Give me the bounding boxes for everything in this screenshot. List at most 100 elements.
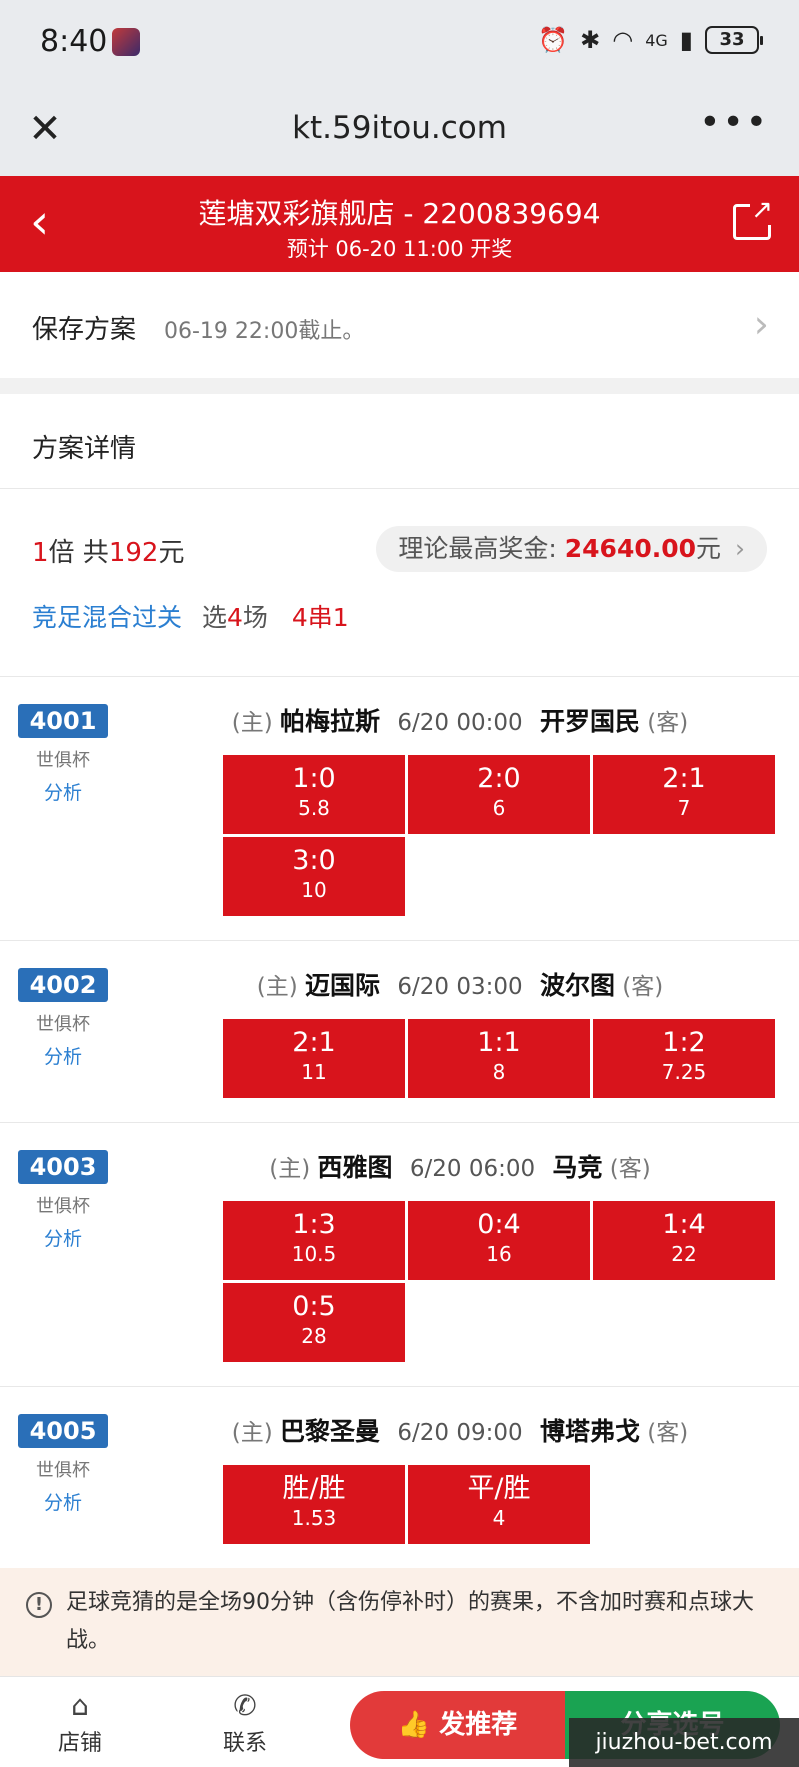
pick-score: 1:4 xyxy=(662,1209,706,1240)
match-teams: (主) 帕梅拉斯 6/20 00:00 开罗国民 (客) xyxy=(130,702,790,738)
away-tag: (客) xyxy=(622,974,664,1000)
home-tag: (主) xyxy=(231,1420,273,1446)
pick-grid: 胜/胜 1.53 平/胜 4 xyxy=(223,1465,776,1544)
pick-score: 1:0 xyxy=(292,763,336,794)
pick-cell: 2:1 11 xyxy=(223,1019,405,1098)
pick-odds: 1.53 xyxy=(291,1506,337,1530)
pick-cell: 3:0 10 xyxy=(223,837,405,916)
pick-cell: 2:0 6 xyxy=(408,755,590,834)
alarm-icon: ⏰ xyxy=(538,26,569,54)
app-avatar-icon xyxy=(112,28,140,56)
pick-cell: 1:2 7.25 xyxy=(593,1019,775,1098)
pick-odds: 22 xyxy=(671,1242,697,1266)
analysis-link[interactable]: 分析 xyxy=(18,778,108,805)
pick-odds: 5.8 xyxy=(298,796,330,820)
match-time: 6/20 09:00 xyxy=(397,1420,523,1446)
wifi-icon: ◠ xyxy=(612,26,634,54)
max-prize-label: 理论最高奖金: xyxy=(398,534,557,563)
pick-score: 0:5 xyxy=(292,1291,336,1322)
pick-cell: 1:3 10.5 xyxy=(223,1201,405,1280)
home-tag: (主) xyxy=(269,1156,311,1182)
analysis-link[interactable]: 分析 xyxy=(18,1042,108,1069)
more-options-icon[interactable]: ••• xyxy=(699,102,769,143)
recommend-button[interactable]: 👍 发推荐 xyxy=(350,1691,565,1759)
chevron-right-icon: › xyxy=(735,534,745,563)
contact-tab-label: 联系 xyxy=(222,1731,267,1756)
match-id-badge: 4003 xyxy=(18,1150,108,1184)
status-bar: 8:40 ⏰ ✱ ◠ 4G ▮ 33 xyxy=(0,0,799,86)
rules-notice: ! 足球竞猜的是全场90分钟（含伤停补时）的赛果，不含加时赛和点球大战。 xyxy=(0,1568,799,1676)
pick-score: 3:0 xyxy=(292,845,336,876)
store-header: ‹ 莲塘双彩旗舰店 - 2200839694 预计 06-20 11:00 开奖 xyxy=(0,176,799,272)
phone-icon: ✆ xyxy=(233,1689,257,1722)
pick-score: 2:1 xyxy=(292,1027,336,1058)
select-label: 选 xyxy=(201,603,227,632)
plan-detail-card: 方案详情 1倍 共192元 理论最高奖金: 24640.00元 › 竞足混合过关… xyxy=(0,394,799,1574)
analysis-link[interactable]: 分析 xyxy=(18,1488,108,1515)
info-icon: ! xyxy=(26,1592,52,1618)
pick-cell: 平/胜 4 xyxy=(408,1465,590,1544)
pick-odds: 28 xyxy=(301,1324,327,1348)
max-prize-pill[interactable]: 理论最高奖金: 24640.00元 › xyxy=(376,526,767,572)
match-id-badge: 4005 xyxy=(18,1414,108,1448)
home-team: 西雅图 xyxy=(317,1153,393,1182)
pick-score: 1:1 xyxy=(477,1027,521,1058)
league-label: 世俱杯 xyxy=(36,1460,90,1481)
analysis-link[interactable]: 分析 xyxy=(18,1224,108,1251)
away-team: 开罗国民 xyxy=(539,707,640,736)
match-id-badge: 4001 xyxy=(18,704,108,738)
pick-cell: 1:1 8 xyxy=(408,1019,590,1098)
plan-summary: 1倍 共192元 xyxy=(32,532,184,569)
draw-time: 预计 06-20 11:00 开奖 xyxy=(286,237,513,261)
bluetooth-icon: ✱ xyxy=(580,26,601,54)
pick-score: 0:4 xyxy=(477,1209,521,1240)
league-label: 世俱杯 xyxy=(36,1196,90,1217)
store-tab-label: 店铺 xyxy=(57,1731,102,1756)
status-icons: ⏰ ✱ ◠ 4G ▮ 33 xyxy=(538,26,763,54)
pick-odds: 4 xyxy=(492,1506,506,1530)
share-icon[interactable] xyxy=(733,195,774,240)
multiplier: 1 xyxy=(32,538,49,568)
pick-score: 平/胜 xyxy=(467,1473,531,1504)
pick-grid: 2:1 11 1:1 8 1:2 7.25 xyxy=(223,1019,776,1098)
match-id-badge: 4002 xyxy=(18,968,108,1002)
save-plan-row[interactable]: 保存方案 06-19 22:00截止。 › xyxy=(0,272,799,378)
site-watermark: jiuzhou-bet.com xyxy=(569,1718,799,1767)
home-tag: (主) xyxy=(256,974,298,1000)
play-type-row: 竞足混合过关 选4场 4串1 xyxy=(32,598,349,634)
pick-odds: 7 xyxy=(677,796,691,820)
away-team: 博塔弗戈 xyxy=(539,1417,640,1446)
away-tag: (客) xyxy=(647,710,689,736)
divider xyxy=(0,488,799,489)
store-tab[interactable]: ⌂ 店铺 xyxy=(30,1689,130,1757)
browser-bar: ✕ kt.59itou.com ••• xyxy=(0,86,799,176)
home-team: 巴黎圣曼 xyxy=(280,1417,381,1446)
total-amount: 192 xyxy=(108,538,159,568)
pick-cell: 胜/胜 1.53 xyxy=(223,1465,405,1544)
pick-cell: 1:0 5.8 xyxy=(223,755,405,834)
combo-type: 4串1 xyxy=(291,603,349,632)
pick-odds: 11 xyxy=(301,1060,327,1084)
page-url: kt.59itou.com xyxy=(292,110,507,146)
pick-cell: 0:4 16 xyxy=(408,1201,590,1280)
home-team: 迈国际 xyxy=(305,971,381,1000)
pick-odds: 6 xyxy=(492,796,506,820)
save-plan-label: 保存方案 xyxy=(32,315,137,345)
store-title: 莲塘双彩旗舰店 - 2200839694 xyxy=(198,197,601,230)
match-row: 4002 世俱杯 分析 (主) 迈国际 6/20 03:00 波尔图 (客) 2… xyxy=(0,940,799,1122)
total-unit: 元 xyxy=(158,538,185,568)
battery-icon: 33 xyxy=(705,26,763,54)
select-count: 4 xyxy=(226,603,243,632)
plan-detail-title: 方案详情 xyxy=(32,434,137,464)
notice-text: 足球竞猜的是全场90分钟（含伤停补时）的赛果，不含加时赛和点球大战。 xyxy=(66,1590,754,1653)
home-tag: (主) xyxy=(231,710,273,736)
pick-score: 胜/胜 xyxy=(282,1473,346,1504)
contact-tab[interactable]: ✆ 联系 xyxy=(195,1689,295,1757)
network-type: 4G xyxy=(645,30,668,50)
match-row: 4001 世俱杯 分析 (主) 帕梅拉斯 6/20 00:00 开罗国民 (客)… xyxy=(0,676,799,940)
pick-odds: 16 xyxy=(486,1242,512,1266)
play-type: 竞足混合过关 xyxy=(32,603,183,632)
home-icon: ⌂ xyxy=(71,1689,89,1722)
away-tag: (客) xyxy=(647,1420,689,1446)
pick-cell: 0:5 28 xyxy=(223,1283,405,1362)
